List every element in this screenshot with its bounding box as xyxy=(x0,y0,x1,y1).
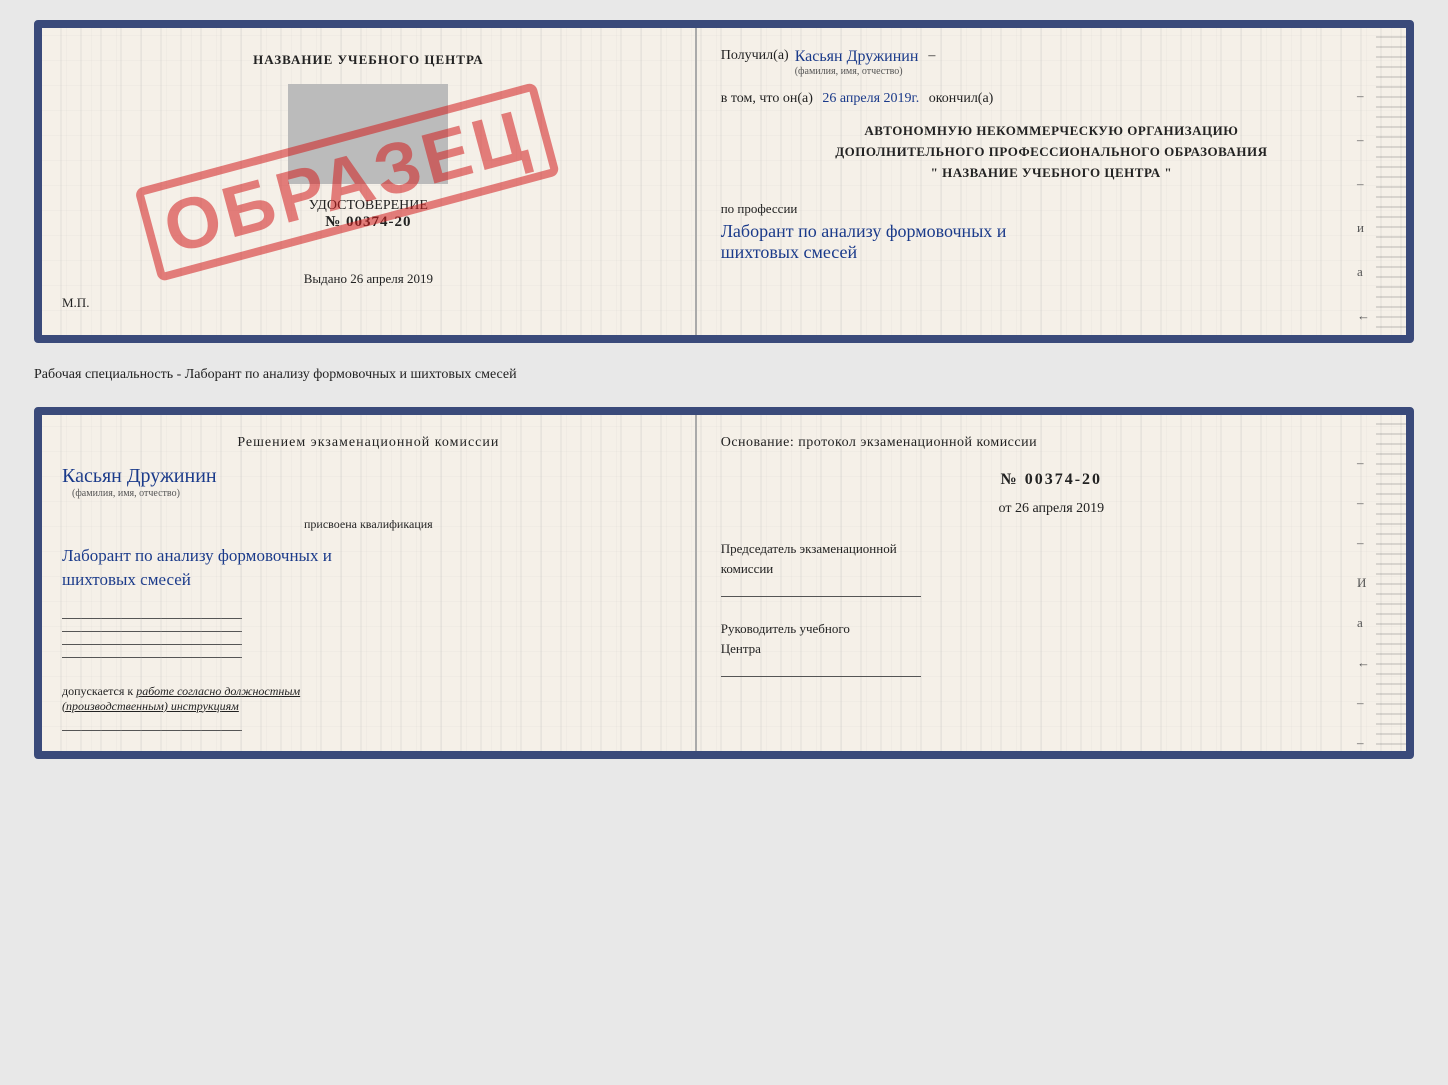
bottom-fio: Касьян Дружинин xyxy=(62,465,675,488)
po-prof-label: по профессии xyxy=(721,201,798,216)
predsedatel-line2: комиссии xyxy=(721,561,774,576)
photo-placeholder xyxy=(288,84,448,184)
bottom-fio-block: Касьян Дружинин (фамилия, имя, отчество) xyxy=(62,461,675,499)
br-dash-6: ← xyxy=(1357,655,1370,671)
rukovoditel-line1: Руководитель учебного xyxy=(721,621,850,636)
sig-line-2 xyxy=(62,631,242,632)
bottom-left-lines xyxy=(62,612,675,658)
top-school-name: НАЗВАНИЕ УЧЕБНОГО ЦЕНТРА xyxy=(62,52,675,68)
poluchil-label: Получил(а) xyxy=(721,48,789,64)
poluchil-dash: – xyxy=(928,48,935,64)
sig-line-4 xyxy=(62,657,242,658)
rukovoditel-line2: Центра xyxy=(721,641,761,656)
br-dash-3: – xyxy=(1357,535,1370,551)
osnovanie-text: Основание: протокол экзаменационной коми… xyxy=(721,435,1382,451)
dash-3: – xyxy=(1357,176,1370,192)
ot-date: от 26 апреля 2019 xyxy=(721,501,1382,517)
prisvoena-label: присвоена квалификация xyxy=(62,517,675,532)
bottom-fio-sublabel: (фамилия, имя, отчество) xyxy=(72,488,675,499)
separator-text: Рабочая специальность - Лаборант по анал… xyxy=(34,359,1414,391)
right-dashes: – – – и а ← – xyxy=(1357,88,1370,343)
okonchil-label: окончил(а) xyxy=(929,91,994,106)
top-document: НАЗВАНИЕ УЧЕБНОГО ЦЕНТРА УДОСТОВЕРЕНИЕ №… xyxy=(34,20,1414,343)
dopuskaetsya-block: допускается к работе согласно должностны… xyxy=(62,684,675,714)
top-doc-left: НАЗВАНИЕ УЧЕБНОГО ЦЕНТРА УДОСТОВЕРЕНИЕ №… xyxy=(42,28,697,335)
protocol-number: № 00374-20 xyxy=(721,471,1382,489)
ot-label: от xyxy=(999,501,1012,516)
vtom-label: в том, что он(а) xyxy=(721,91,813,106)
poluchil-line: Получил(а) Касьян Дружинин (фамилия, имя… xyxy=(721,48,1382,77)
dash-5: а xyxy=(1357,264,1370,280)
bottom-right-dashes: – – – И а ← – – – xyxy=(1357,455,1370,759)
dash-2: – xyxy=(1357,132,1370,148)
sig-line-3 xyxy=(62,644,242,645)
prof-name-handwritten: Лаборант по анализу формовочных и шихтов… xyxy=(721,221,1382,263)
poluchil-name-wrapper: Касьян Дружинин (фамилия, имя, отчество) xyxy=(795,48,919,77)
doc-number: № 00374-20 xyxy=(62,214,675,231)
resheniem-text: Решением экзаменационной комиссии xyxy=(62,435,675,451)
vydano-text: Выдано xyxy=(304,271,347,286)
br-dash-5: а xyxy=(1357,615,1370,631)
po-professii-block: по профессии Лаборант по анализу формово… xyxy=(721,201,1382,263)
predsedatel-line1: Председатель экзаменационной xyxy=(721,541,897,556)
br-dash-4: И xyxy=(1357,575,1370,591)
bottom-document: Решением экзаменационной комиссии Касьян… xyxy=(34,407,1414,759)
br-dash-1: – xyxy=(1357,455,1370,471)
poluchil-name: Касьян Дружинин xyxy=(795,48,919,66)
top-doc-right: Получил(а) Касьян Дружинин (фамилия, имя… xyxy=(697,28,1406,335)
rukovoditel-sig-line xyxy=(721,676,921,677)
kvalifikaciya-handwritten: Лаборант по анализу формовочных и шихтов… xyxy=(62,544,675,592)
predsedatel-block: Председатель экзаменационной комиссии xyxy=(721,539,1382,578)
udostoverenie-label: УДОСТОВЕРЕНИЕ xyxy=(62,198,675,214)
mp-label: М.П. xyxy=(62,295,675,311)
org-block: АВТОНОМНУЮ НЕКОММЕРЧЕСКУЮ ОРГАНИЗАЦИЮ ДО… xyxy=(721,121,1382,183)
ot-date-value: 26 апреля 2019 xyxy=(1015,501,1104,516)
sig-line-1 xyxy=(62,618,242,619)
rukovoditel-block: Руководитель учебного Центра xyxy=(721,619,1382,658)
bottom-doc-left: Решением экзаменационной комиссии Касьян… xyxy=(42,415,697,751)
org-line2: ДОПОЛНИТЕЛЬНОГО ПРОФЕССИОНАЛЬНОГО ОБРАЗО… xyxy=(721,142,1382,163)
org-line3: " НАЗВАНИЕ УЧЕБНОГО ЦЕНТРА " xyxy=(721,163,1382,184)
vydano-date: 26 апреля 2019 xyxy=(350,271,433,286)
vtom-date: 26 апреля 2019г. xyxy=(822,91,919,106)
vtom-line: в том, что он(а) 26 апреля 2019г. окончи… xyxy=(721,91,1382,107)
poluchil-sublabel: (фамилия, имя, отчество) xyxy=(795,66,903,77)
org-line1: АВТОНОМНУЮ НЕКОММЕРЧЕСКУЮ ОРГАНИЗАЦИЮ xyxy=(721,121,1382,142)
sig-line-bottom xyxy=(62,730,242,731)
predsedatel-sig-line xyxy=(721,596,921,597)
dash-6: ← xyxy=(1357,308,1370,324)
br-dash-7: – xyxy=(1357,695,1370,711)
page-wrapper: НАЗВАНИЕ УЧЕБНОГО ЦЕНТРА УДОСТОВЕРЕНИЕ №… xyxy=(34,20,1414,759)
dopuskaetsya-text: допускается к xyxy=(62,684,133,698)
br-dash-8: – xyxy=(1357,735,1370,751)
vydano-line: Выдано 26 апреля 2019 xyxy=(62,271,675,287)
br-dash-2: – xyxy=(1357,495,1370,511)
dash-4: и xyxy=(1357,220,1370,236)
bottom-doc-right: Основание: протокол экзаменационной коми… xyxy=(697,415,1406,751)
dash-1: – xyxy=(1357,88,1370,104)
